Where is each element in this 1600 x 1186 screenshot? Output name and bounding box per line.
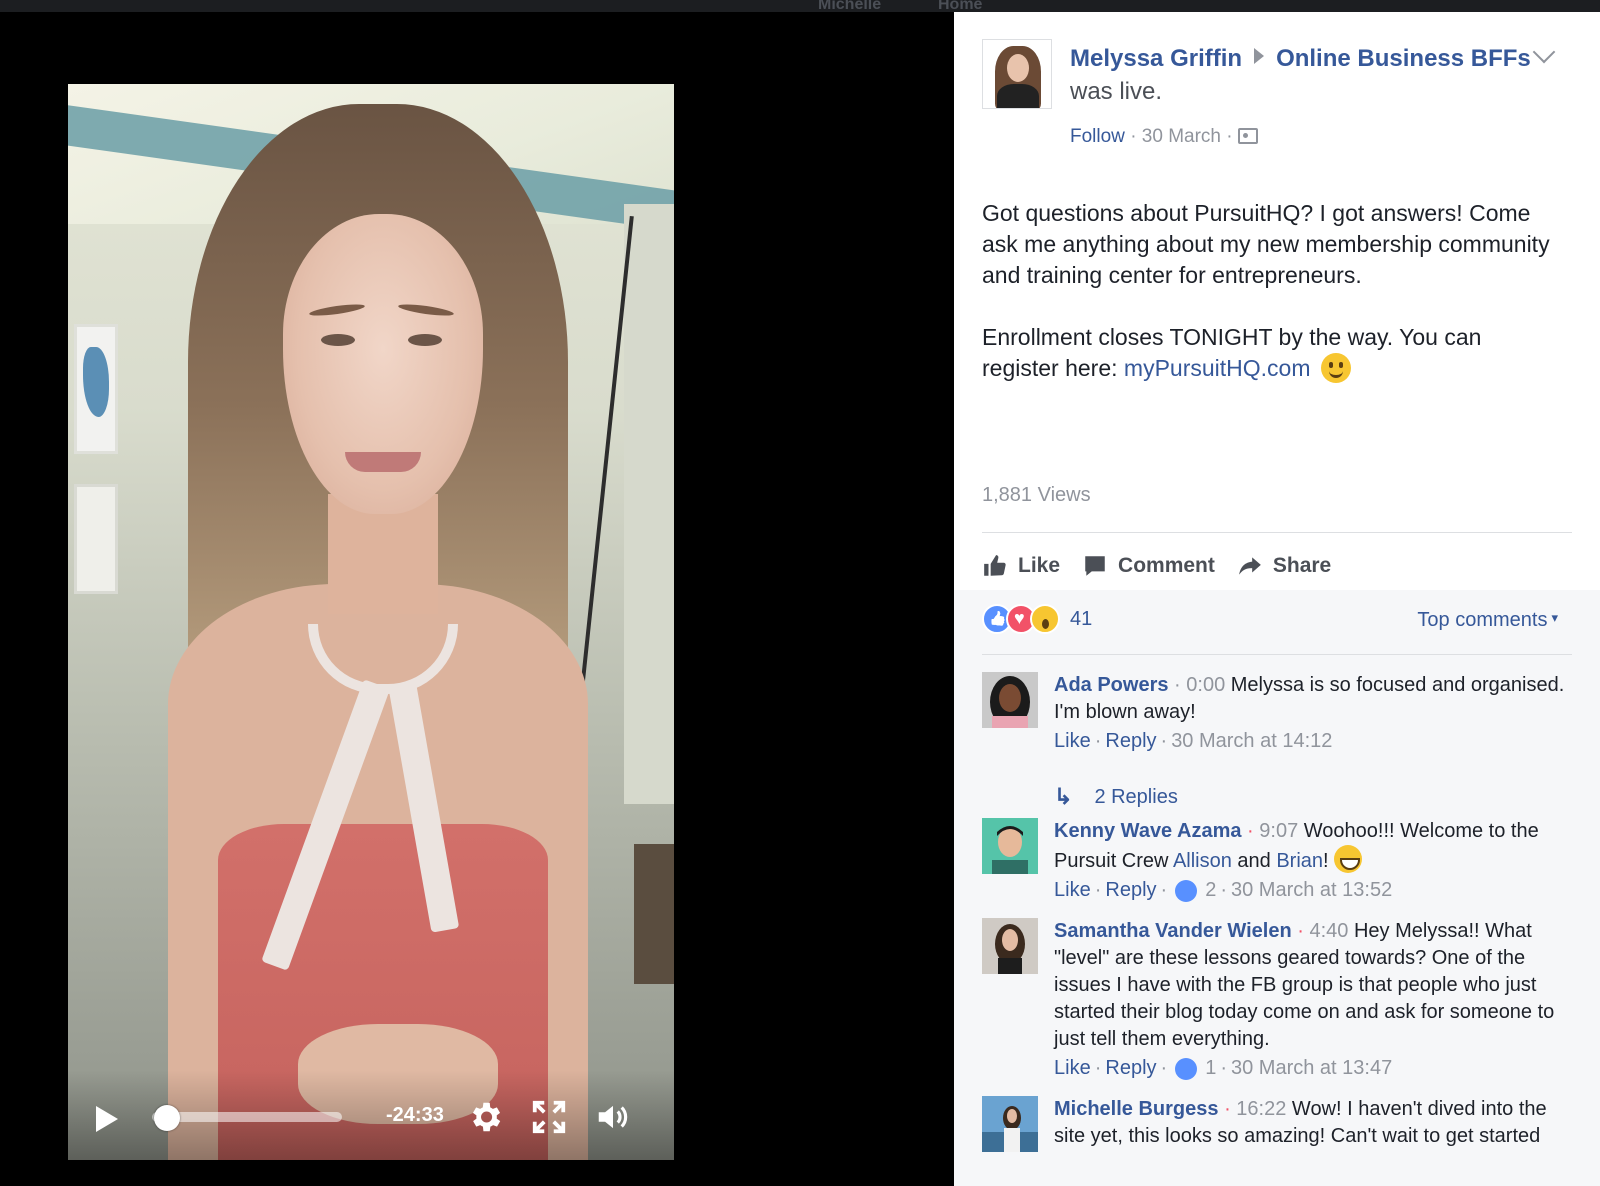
commenter-avatar[interactable] — [982, 672, 1038, 728]
video-background-box — [634, 844, 674, 984]
post-body: Got questions about PursuitHQ? I got ans… — [982, 198, 1562, 415]
comment-reply-link[interactable]: Reply — [1105, 728, 1156, 755]
comment-like-count[interactable]: 2 — [1205, 877, 1216, 904]
author-avatar[interactable] — [982, 39, 1052, 109]
reactions-summary[interactable]: 41 — [982, 604, 1092, 634]
divider — [982, 654, 1572, 655]
like-label: Like — [1018, 554, 1061, 577]
presenter-face — [283, 214, 483, 514]
share-button[interactable]: Share — [1237, 546, 1331, 586]
comment-video-timestamp[interactable]: 16:22 — [1224, 1098, 1286, 1120]
commenter-name[interactable]: Samantha Vander Wielen — [1054, 920, 1292, 942]
time-remaining: -24:33 — [386, 1104, 444, 1126]
post-paragraph: Got questions about PursuitHQ? I got ans… — [982, 200, 1550, 288]
comment-button[interactable]: Comment — [1082, 546, 1215, 586]
commenter-avatar[interactable] — [982, 818, 1038, 874]
comment-body: Ada Powers 0:00 Melyssa is so focused an… — [1054, 672, 1574, 755]
presenter-brow — [308, 302, 366, 318]
comment-video-timestamp[interactable]: 4:40 — [1297, 920, 1348, 942]
top-bar: Michelle Home — [0, 0, 1600, 13]
post-date[interactable]: 30 March — [1142, 126, 1221, 147]
view-replies-link[interactable]: ↳ 2 Replies — [1054, 784, 1178, 810]
presenter-eye — [408, 334, 442, 346]
avatar-body — [997, 84, 1039, 108]
wow-reaction-icon — [1030, 604, 1060, 634]
comment-date[interactable]: 30 March at 13:52 — [1231, 877, 1392, 904]
like-button[interactable]: Like — [982, 546, 1060, 586]
share-arrow-icon — [1239, 557, 1261, 575]
commenter-name[interactable]: Michelle Burgess — [1054, 1098, 1219, 1120]
volume-icon[interactable] — [594, 1098, 632, 1136]
thumbs-up-icon — [984, 555, 1006, 576]
like-reaction-icon — [1175, 879, 1198, 902]
comment-actions: Like · Reply · 1 · 30 March at 13:47 — [1054, 1055, 1574, 1082]
comment-video-timestamp[interactable]: 0:00 — [1174, 674, 1225, 696]
post-actions: Like Comment Share — [982, 546, 1331, 586]
post-panel: Melyssa Griffin Online Business BFFs was … — [954, 12, 1600, 1186]
top-bar-name: Michelle — [818, 0, 882, 13]
comment-like-link[interactable]: Like — [1054, 877, 1091, 904]
comment-date[interactable]: 30 March at 14:12 — [1171, 728, 1332, 755]
presenter-brow — [397, 302, 455, 318]
follow-link[interactable]: Follow — [1070, 126, 1125, 147]
reaction-count[interactable]: 41 — [1070, 608, 1092, 631]
comment-actions: Like · Reply · 2 · 30 March at 13:52 — [1054, 877, 1574, 904]
view-count: 1,881 Views — [982, 484, 1091, 506]
like-reaction-icon — [1175, 1057, 1198, 1080]
video-presenter — [168, 104, 588, 1160]
comment-reply-link[interactable]: Reply — [1105, 1055, 1156, 1082]
wall-art-frame — [74, 324, 118, 454]
video-background-door — [624, 204, 674, 804]
grin-emoji-icon — [1334, 845, 1363, 873]
video-controls: -24:33 — [68, 1070, 674, 1160]
play-icon[interactable] — [96, 1106, 118, 1132]
comment-reply-link[interactable]: Reply — [1105, 877, 1156, 904]
settings-gear-icon[interactable] — [466, 1098, 504, 1136]
presenter-eye — [321, 334, 355, 346]
comment-text: and — [1231, 850, 1277, 872]
live-video[interactable]: -24:33 — [68, 84, 674, 1160]
comment-actions: Like · Reply · 30 March at 14:12 — [1054, 728, 1574, 755]
commenter-name[interactable]: Ada Powers — [1054, 674, 1168, 696]
avatar-face — [1007, 54, 1029, 82]
comment-date[interactable]: 30 March at 13:47 — [1231, 1055, 1392, 1082]
comment-like-count[interactable]: 1 — [1205, 1055, 1216, 1082]
comment-text: ! — [1323, 850, 1329, 872]
author-name-link[interactable]: Melyssa Griffin — [1070, 45, 1242, 72]
comment-body: Michelle Burgess 16:22 Wow! I haven't di… — [1054, 1096, 1574, 1150]
meta-separator: · — [1226, 126, 1233, 147]
presenter-mouth — [345, 452, 421, 472]
post-paragraph: Enrollment closes TONIGHT by the way. Yo… — [982, 322, 1562, 384]
top-comments-dropdown[interactable]: Top comments — [1417, 609, 1558, 632]
comment-body: Kenny Wave Azama 9:07 Woohoo!!! Welcome … — [1054, 818, 1574, 904]
comment-label: Comment — [1118, 554, 1215, 577]
scrub-knob[interactable] — [153, 1105, 180, 1131]
comment-bubble-icon — [1085, 556, 1105, 576]
comment-video-timestamp[interactable]: 9:07 — [1247, 820, 1298, 842]
arrow-right-icon — [1254, 48, 1265, 64]
comment-body: Samantha Vander Wielen 4:40 Hey Melyssa!… — [1054, 918, 1574, 1082]
group-name-link[interactable]: Online Business BFFs — [1276, 45, 1531, 72]
divider — [982, 532, 1572, 533]
commenter-avatar[interactable] — [982, 918, 1038, 974]
post-meta: Follow · 30 March · — [1070, 126, 1258, 148]
group-audience-icon[interactable] — [1237, 128, 1258, 144]
comment-like-link[interactable]: Like — [1054, 728, 1091, 755]
tagged-user-link[interactable]: Allison — [1173, 850, 1232, 872]
commenter-avatar[interactable] — [982, 1096, 1038, 1152]
share-label: Share — [1272, 554, 1332, 577]
smile-emoji-icon — [1320, 353, 1351, 383]
comment-like-link[interactable]: Like — [1054, 1055, 1091, 1082]
commenter-name[interactable]: Kenny Wave Azama — [1054, 820, 1241, 842]
post-status: was live. — [1070, 78, 1163, 105]
meta-separator: · — [1130, 126, 1137, 147]
pursuit-link[interactable]: myPursuitHQ.com — [1124, 355, 1311, 381]
reply-arrow-icon: ↳ — [1054, 784, 1073, 809]
scrub-bar[interactable] — [152, 1112, 342, 1122]
replies-count: 2 Replies — [1094, 785, 1178, 808]
wall-art-frame — [74, 484, 118, 594]
post-header: Melyssa Griffin Online Business BFFs was … — [1070, 42, 1540, 108]
tagged-user-link[interactable]: Brian — [1276, 850, 1323, 872]
fullscreen-icon[interactable] — [530, 1098, 568, 1136]
